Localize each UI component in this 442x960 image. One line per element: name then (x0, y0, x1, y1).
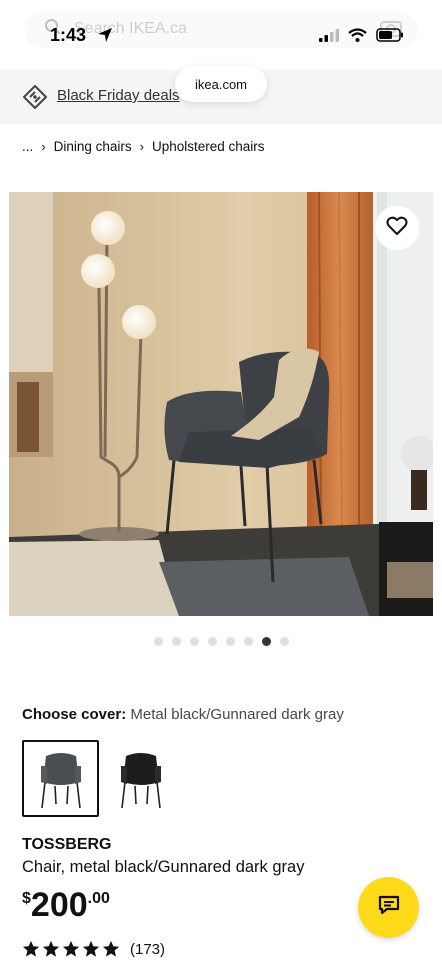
carousel-dot[interactable] (171, 637, 181, 646)
star-icon (22, 940, 40, 957)
wifi-icon (348, 28, 367, 47)
product-name: TOSSBERG (22, 836, 112, 853)
star-icon (102, 940, 120, 957)
chat-bubble-icon (377, 893, 401, 922)
price-tag-icon (22, 84, 48, 115)
status-bar: Search IKEA.ca 1:43 (0, 0, 442, 66)
choose-cover-value: Metal black/Gunnared dark gray (130, 706, 344, 723)
chair-thumbnail-black (120, 752, 161, 808)
price-decimal: .00 (87, 890, 110, 907)
breadcrumb: ... › Dining chairs › Upholstered chairs (22, 139, 265, 154)
star-icon (42, 940, 60, 957)
location-arrow-icon (96, 26, 114, 44)
breadcrumb-item-dining-chairs[interactable]: Dining chairs (54, 139, 132, 154)
product-photo (9, 192, 433, 616)
heart-icon (386, 216, 408, 241)
star-icon (82, 940, 100, 957)
product-description: Chair, metal black/Gunnared dark gray (22, 858, 305, 876)
cellular-signal-icon (319, 28, 339, 47)
cover-option-black[interactable] (102, 740, 179, 817)
price-currency: $ (22, 890, 31, 907)
star-icon (62, 940, 80, 957)
choose-cover-heading: Choose cover: (22, 706, 127, 723)
url-domain-pill[interactable]: ikea.com (175, 66, 267, 102)
breadcrumb-ellipsis[interactable]: ... (22, 139, 33, 154)
favorite-button[interactable] (375, 206, 419, 250)
carousel-dot[interactable] (189, 637, 199, 646)
carousel-dot[interactable] (243, 637, 253, 646)
carousel-dot[interactable] (261, 637, 271, 646)
choose-cover-label: Choose cover: Metal black/Gunnared dark … (22, 706, 344, 723)
chevron-right-icon: › (139, 139, 144, 154)
carousel-dot[interactable] (225, 637, 235, 646)
battery-icon (376, 28, 404, 47)
chevron-right-icon: › (41, 139, 46, 154)
product-rating[interactable]: (173) (22, 940, 165, 958)
black-friday-link[interactable]: Black Friday deals (57, 87, 185, 104)
rating-count: (173) (130, 940, 166, 958)
search-placeholder: Search IKEA.ca (74, 20, 187, 37)
product-image[interactable] (9, 192, 433, 616)
cover-option-gunnared-dark-gray[interactable] (22, 740, 99, 817)
chair-thumbnail-gray (40, 752, 81, 808)
breadcrumb-item-upholstered-chairs[interactable]: Upholstered chairs (152, 139, 265, 154)
price-integer: 200 (30, 886, 88, 924)
carousel-dot[interactable] (207, 637, 217, 646)
carousel-dots[interactable] (0, 637, 442, 646)
product-price: $ 200 .00 (22, 886, 110, 924)
chat-button[interactable] (358, 877, 419, 938)
carousel-dot[interactable] (153, 637, 163, 646)
carousel-dot[interactable] (279, 637, 289, 646)
status-time: 1:43 (50, 25, 87, 45)
